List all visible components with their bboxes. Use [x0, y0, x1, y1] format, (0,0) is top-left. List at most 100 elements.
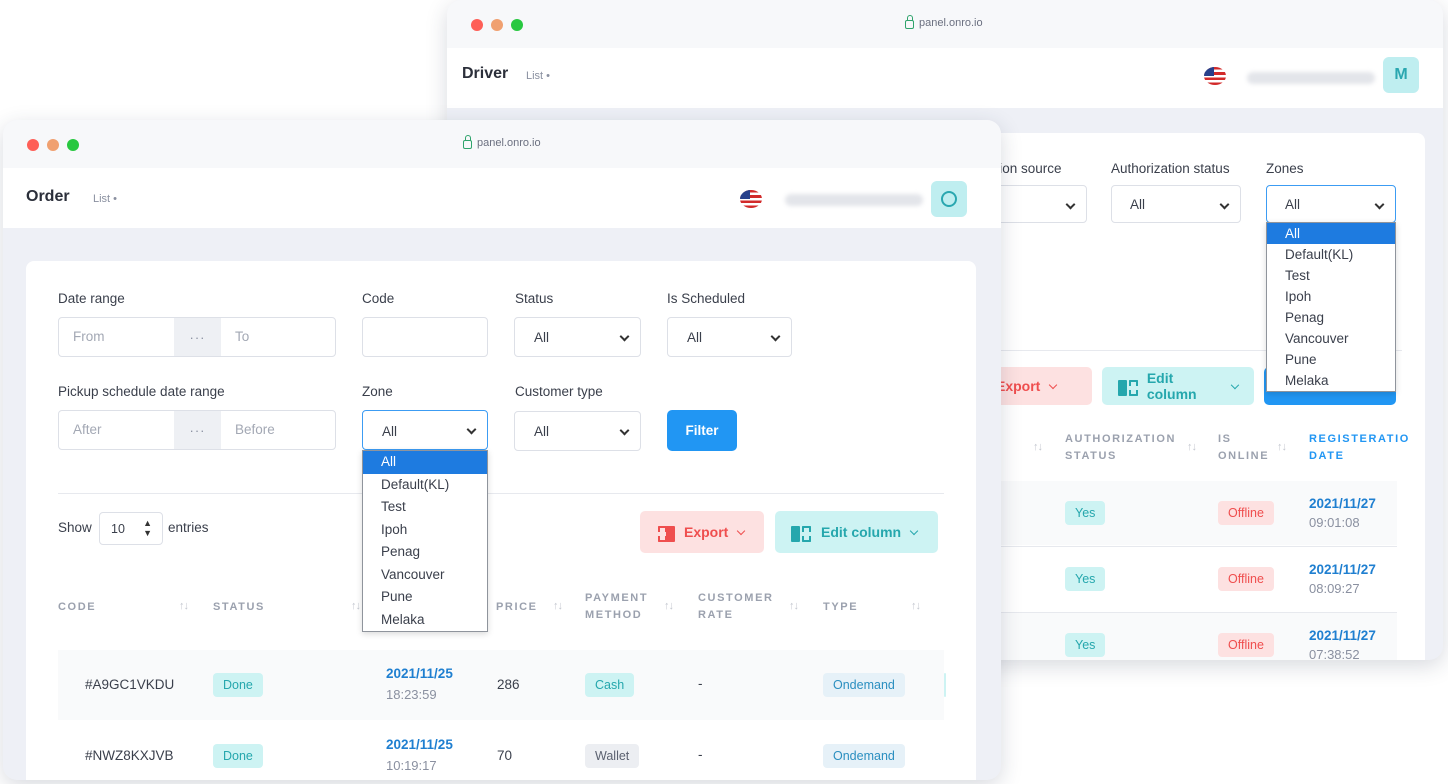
address-bar[interactable]: panel.onro.io	[905, 15, 983, 29]
to-input[interactable]: To	[235, 329, 249, 344]
onro-logo-icon	[941, 191, 957, 207]
minimize-window-button[interactable]	[47, 139, 59, 151]
table-row[interactable]: Yes Offline 2021/11/27 09:01:08	[952, 481, 1397, 545]
chevron-down-icon	[737, 526, 746, 535]
before-input[interactable]: Before	[235, 422, 275, 437]
zone-option[interactable]: Melaka	[1267, 370, 1395, 391]
chevron-down-icon	[1065, 199, 1076, 210]
zone-option[interactable]: Ipoh	[363, 519, 487, 542]
zone-option[interactable]: Ipoh	[1267, 286, 1395, 307]
zone-option[interactable]: All	[363, 451, 487, 474]
status-badge: Done	[213, 673, 263, 697]
order-code[interactable]: #A9GC1VKDU	[85, 677, 174, 692]
sort-icon[interactable]: ↑↓	[1187, 441, 1197, 453]
maximize-window-button[interactable]	[67, 139, 79, 151]
column-header-status[interactable]: STATUS	[213, 599, 265, 616]
registration-date: 2021/11/27	[1309, 496, 1376, 511]
edit-column-button[interactable]: Edit column	[775, 511, 938, 553]
status-select[interactable]: All	[514, 317, 641, 357]
authorization-status-select[interactable]: All	[1111, 185, 1241, 223]
type-badge: Ondemand	[823, 673, 905, 697]
range-separator: ···	[174, 411, 221, 449]
driver-header: Driver List • M	[447, 48, 1443, 108]
order-code[interactable]: #NWZ8KXJVB	[85, 748, 174, 763]
online-badge: Offline	[1218, 567, 1274, 591]
registration-time: 09:01:08	[1309, 515, 1360, 530]
from-input[interactable]: From	[73, 329, 105, 344]
sort-icon[interactable]: ↑↓	[179, 600, 189, 612]
column-header-authorization-status[interactable]: AUTHORIZATION STATUS	[1065, 431, 1195, 465]
registration-date: 2021/11/27	[1309, 628, 1376, 643]
filter-button[interactable]: Filter	[667, 410, 737, 451]
code-input[interactable]	[362, 317, 488, 357]
online-badge: Offline	[1218, 633, 1274, 657]
table-row[interactable]: #NWZ8KXJVB Done 2021/11/25 10:19:17 70 W…	[58, 721, 944, 780]
avatar[interactable]: M	[1383, 57, 1419, 93]
driver-titlebar: panel.onro.io	[447, 0, 1443, 48]
maximize-window-button[interactable]	[511, 19, 523, 31]
table-row[interactable]: Yes Offline 2021/11/27 08:09:27	[952, 547, 1397, 611]
minimize-window-button[interactable]	[491, 19, 503, 31]
close-window-button[interactable]	[27, 139, 39, 151]
table-row[interactable]: Yes Offline 2021/11/27 07:38:52	[952, 613, 1397, 660]
zone-option[interactable]: Default(KL)	[1267, 244, 1395, 265]
zone-option[interactable]: Pune	[363, 586, 487, 609]
column-header-customer-rate[interactable]: CUSTOMER RATE	[698, 590, 788, 624]
after-input[interactable]: After	[73, 422, 102, 437]
table-row[interactable]: #A9GC1VKDU Done 2021/11/25 18:23:59 286 …	[58, 650, 946, 720]
zone-option[interactable]: Test	[1267, 265, 1395, 286]
zone-option[interactable]: Penag	[363, 541, 487, 564]
zone-option[interactable]: Vancouver	[363, 564, 487, 587]
us-flag-icon[interactable]	[1204, 67, 1226, 85]
customer-type-select[interactable]: All	[514, 411, 641, 451]
export-button[interactable]: Export	[640, 511, 764, 553]
avatar[interactable]	[931, 181, 967, 217]
zone-option[interactable]: Test	[363, 496, 487, 519]
zone-option[interactable]: Vancouver	[1267, 328, 1395, 349]
entries-select[interactable]: 10 ▲ ▼	[99, 512, 163, 545]
zone-option[interactable]: Melaka	[363, 609, 487, 632]
sort-icon[interactable]: ↑↓	[789, 600, 799, 612]
edit-column-button[interactable]: Edit column	[1102, 367, 1254, 405]
show-label: Show	[58, 520, 92, 535]
address-bar[interactable]: panel.onro.io	[463, 135, 541, 149]
pickup-date-range-input[interactable]: After ··· Before	[58, 410, 336, 450]
chevron-down-icon	[466, 424, 477, 435]
order-content-panel: Date range From ··· To Code Status All I…	[26, 261, 976, 780]
column-header-type[interactable]: TYPE	[823, 599, 858, 616]
column-header-code[interactable]: CODE	[58, 599, 96, 616]
zones-dropdown-list[interactable]: All Default(KL) Test Ipoh Penag Vancouve…	[1266, 222, 1396, 392]
zone-dropdown-list[interactable]: All Default(KL) Test Ipoh Penag Vancouve…	[362, 450, 488, 632]
zone-select[interactable]: All	[362, 410, 488, 450]
sort-icon[interactable]: ↑↓	[553, 600, 563, 612]
zones-select[interactable]: All	[1266, 185, 1396, 223]
order-titlebar: panel.onro.io	[3, 120, 1001, 168]
column-header-price[interactable]: PRICE	[496, 599, 538, 616]
is-scheduled-select[interactable]: All	[667, 317, 792, 357]
sort-icon[interactable]: ↑↓	[911, 600, 921, 612]
close-window-button[interactable]	[471, 19, 483, 31]
date-range-input[interactable]: From ··· To	[58, 317, 336, 357]
column-header-is-online[interactable]: IS ONLINE	[1218, 431, 1278, 465]
payment-badge: Wallet	[585, 744, 640, 768]
authorization-badge: Yes	[1065, 567, 1106, 591]
sort-icon[interactable]: ↑↓	[1033, 441, 1043, 453]
user-name[interactable]	[785, 194, 923, 206]
columns-icon	[791, 525, 811, 542]
zone-option[interactable]: Penag	[1267, 307, 1395, 328]
zone-option[interactable]: All	[1267, 223, 1395, 244]
column-header-registration-date[interactable]: REGISTERATIO DATE	[1309, 431, 1409, 465]
zone-option[interactable]: Pune	[1267, 349, 1395, 370]
user-name[interactable]	[1247, 72, 1375, 84]
zone-option[interactable]: Default(KL)	[363, 474, 487, 497]
order-time: 10:19:17	[386, 758, 437, 773]
column-header-payment-method[interactable]: PAYMENT METHOD	[585, 590, 655, 624]
entries-label: entries	[168, 520, 209, 535]
online-badge: Offline	[1218, 501, 1274, 525]
sort-icon[interactable]: ↑↓	[664, 600, 674, 612]
sort-icon[interactable]: ↑↓	[1277, 441, 1287, 453]
sort-icon[interactable]: ↑↓	[351, 600, 361, 612]
page-title: Order	[26, 188, 70, 205]
us-flag-icon[interactable]	[740, 190, 762, 208]
stepper-icon: ▲ ▼	[143, 518, 152, 538]
